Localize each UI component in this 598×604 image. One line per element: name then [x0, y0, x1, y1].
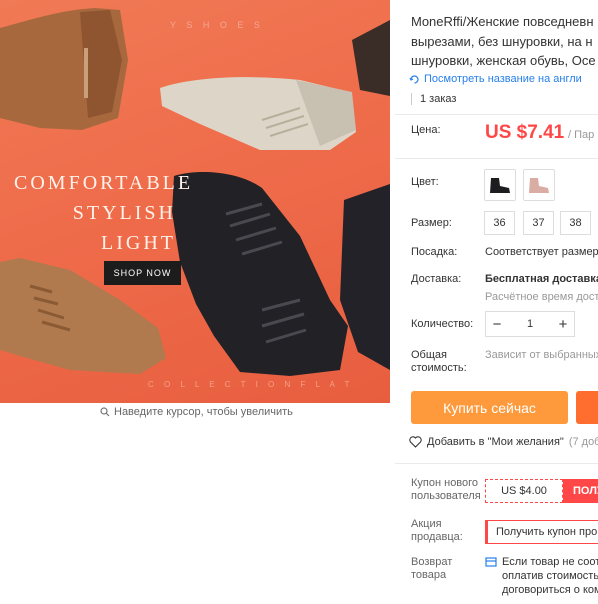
quantity-label: Количество: [411, 318, 474, 330]
title-line: вырезами, без шнуровки, на н [411, 33, 593, 49]
total-label: Общая стоимость: [411, 349, 467, 375]
fit-value: Соответствует размеру [485, 246, 598, 258]
price-label: Цена: [411, 124, 441, 136]
quantity-increase-button[interactable]: + [552, 312, 574, 336]
divider [395, 158, 598, 159]
seller-label-line: Акция [411, 518, 442, 530]
delivery-estimate: Расчётное время дост [485, 291, 598, 303]
wishlist-count: (7 доб [568, 436, 598, 448]
returns-line: оплатив стоимость [502, 570, 598, 582]
hero-slogan: COMFORTABLE STYLISH LIGHT [14, 168, 194, 258]
returns-label-line: товара [411, 569, 447, 581]
add-to-cart-button[interactable] [576, 391, 598, 424]
title-line: MoneRffi/Женские повседневн [411, 14, 594, 29]
fit-label: Посадка: [411, 246, 458, 258]
size-option[interactable]: 36 [484, 211, 515, 235]
total-value: Зависит от выбранных [485, 349, 598, 361]
returns-label: Возврат товара [411, 556, 452, 582]
divider [395, 114, 598, 115]
get-coupon-button[interactable]: ПОЛУ [563, 479, 598, 503]
delivery-label: Доставка: [411, 273, 462, 285]
returns-line: договориться о ком [502, 584, 598, 596]
new-user-coupon-label: Купон нового пользователя [411, 477, 481, 503]
shop-now-button[interactable]: SHOP NOW [104, 261, 181, 285]
slogan-line: COMFORTABLE [14, 172, 194, 194]
translate-icon [409, 74, 419, 84]
translate-title-link[interactable]: Посмотреть название на англи [409, 73, 582, 85]
divider [395, 463, 598, 464]
size-label: Размер: [411, 217, 452, 229]
black-boot-icon [490, 178, 510, 193]
color-swatch-pink[interactable] [523, 169, 555, 201]
seller-promo-label: Акция продавца: [411, 518, 463, 544]
buy-now-button[interactable]: Купить сейчас [411, 391, 568, 424]
pink-boot-icon [529, 178, 549, 193]
coupon-amount: US $4.00 [485, 479, 563, 503]
brand-watermark: Y S H O E S [170, 20, 264, 30]
quantity-decrease-button[interactable]: − [486, 312, 508, 336]
product-title: MoneRffi/Женские повседневн вырезами, бе… [411, 12, 598, 71]
quantity-input[interactable]: 1 [508, 318, 552, 330]
returns-policy-text: Если товар не соот оплатив стоимость дог… [502, 555, 598, 597]
add-to-wishlist[interactable]: Добавить в "Мои желания" (7 доб [409, 436, 598, 448]
coupon-label-line: Купон нового [411, 477, 479, 489]
price-value: US $7.41 [485, 122, 565, 143]
delivery-value: Бесплатная доставка [485, 273, 598, 285]
total-label-line: стоимость: [411, 362, 467, 374]
title-line: шнуровки, женская обувь, Осе [411, 53, 596, 68]
product-info-panel: MoneRffi/Женские повседневн вырезами, бе… [395, 0, 598, 604]
returns-label-line: Возврат [411, 556, 453, 568]
quantity-stepper: − 1 + [485, 311, 575, 337]
size-option[interactable]: 38 [560, 211, 591, 235]
new-user-coupon: US $4.00 ПОЛУ [485, 479, 598, 503]
zoom-hint-text: Наведите курсор, чтобы увеличить [114, 406, 293, 418]
coupon-label-line: пользователя [411, 490, 481, 502]
color-label: Цвет: [411, 176, 439, 188]
returns-line: Если товар не соот [502, 556, 598, 568]
seller-coupon-button[interactable]: Получить купон про [485, 520, 598, 544]
wishlist-text[interactable]: Добавить в "Мои желания" [427, 436, 564, 448]
return-box-icon [485, 557, 497, 567]
total-label-line: Общая [411, 349, 447, 361]
product-main-image[interactable]: Y S H O E S COMFORTABLE STYLISH LIGHT SH… [0, 0, 390, 403]
orders-count: 1 заказ [411, 93, 456, 105]
heart-icon [409, 436, 422, 448]
color-swatch-black[interactable] [484, 169, 516, 201]
slogan-line: LIGHT [101, 232, 176, 254]
zoom-hint: Наведите курсор, чтобы увеличить [100, 406, 293, 418]
size-option[interactable]: 37 [523, 211, 554, 235]
translate-link-text[interactable]: Посмотреть название на англи [424, 73, 582, 85]
price-unit: / Пар [568, 129, 595, 141]
slogan-line: STYLISH [72, 202, 176, 224]
collection-watermark: C O L L E C T I O N F L A T [148, 380, 354, 389]
magnifier-icon [100, 407, 110, 417]
seller-label-line: продавца: [411, 531, 463, 543]
